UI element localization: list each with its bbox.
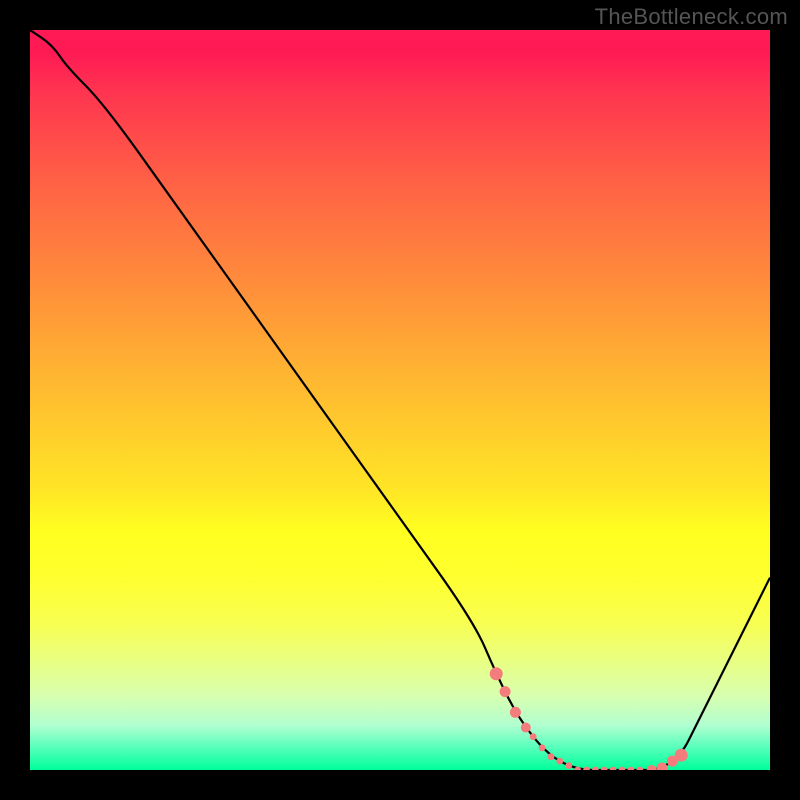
- curve-marker-dot: [521, 723, 531, 733]
- curve-marker-dot: [510, 707, 521, 718]
- curve-marker-dot: [592, 767, 599, 770]
- curve-marker-dot: [628, 767, 635, 770]
- bottleneck-curve: [30, 30, 770, 770]
- watermark-text: TheBottleneck.com: [595, 4, 788, 30]
- curve-marker-dot: [667, 756, 678, 767]
- curve-marker-dot: [548, 753, 555, 760]
- curve-marker-dot: [565, 762, 572, 769]
- chart-svg: [30, 30, 770, 770]
- curve-marker-dot: [601, 767, 608, 770]
- curve-marker-dot: [583, 767, 590, 770]
- curve-marker-dot: [619, 767, 626, 770]
- curve-marker-dot: [647, 765, 657, 770]
- curve-marker-dot: [636, 767, 643, 770]
- curve-marker-dot: [539, 744, 546, 751]
- curve-marker-dot: [657, 763, 668, 771]
- curve-marker-dot: [530, 733, 537, 740]
- curve-marker-dot: [610, 767, 617, 770]
- chart-plot-area: [30, 30, 770, 770]
- curve-marker-dot: [556, 758, 563, 765]
- curve-marker-dot: [500, 686, 511, 697]
- curve-marker-dot: [490, 667, 503, 680]
